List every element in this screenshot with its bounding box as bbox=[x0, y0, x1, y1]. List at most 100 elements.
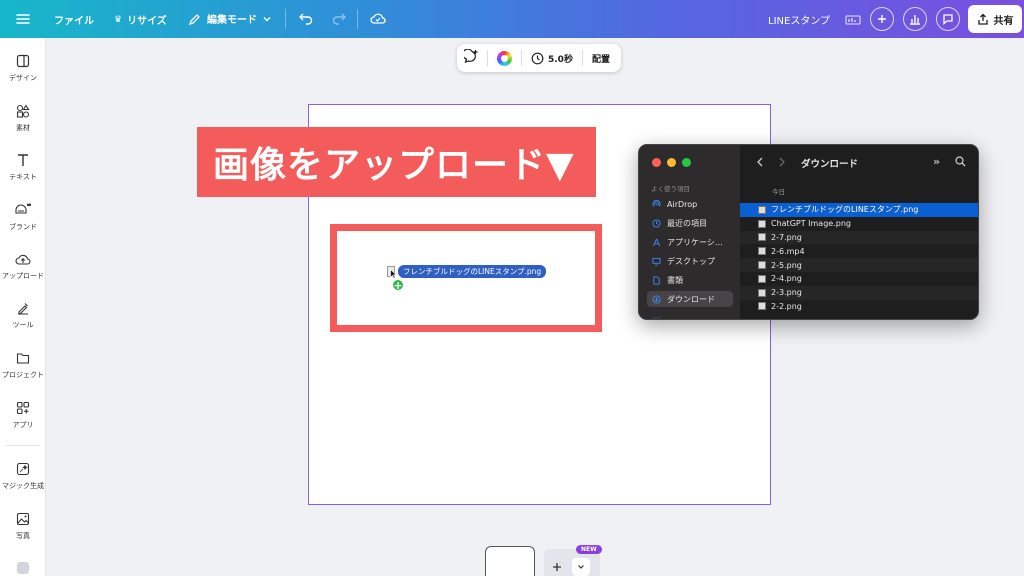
search-icon[interactable] bbox=[955, 156, 966, 167]
video-file-icon bbox=[758, 247, 766, 256]
text-icon bbox=[18, 154, 28, 166]
sidebar-item-text[interactable]: テキスト bbox=[0, 153, 46, 182]
file-name: 2-7.png bbox=[771, 232, 802, 242]
minimize-button[interactable] bbox=[667, 158, 676, 167]
add-page-options[interactable] bbox=[572, 558, 590, 576]
file-row[interactable]: フレンチブルドッグのLINEスタンプ.png bbox=[740, 203, 978, 217]
toolbar-divider bbox=[581, 50, 583, 66]
sidebar-item-tools[interactable]: ツール bbox=[0, 301, 46, 330]
finder-title: ダウンロード bbox=[801, 159, 859, 170]
sidebar-item-projects[interactable]: プロジェクト bbox=[0, 351, 46, 380]
folder-icon: ▭ bbox=[652, 313, 661, 320]
file-name: ChatGPT Image.png bbox=[771, 219, 851, 229]
sidebar-item-upload[interactable]: アップロード bbox=[0, 252, 46, 281]
sidebar-item-label: アプリ bbox=[12, 421, 34, 429]
share-button[interactable]: 共有 bbox=[968, 5, 1022, 33]
finder-sidebar: よく使う項目 AirDrop 最近の項目 アプリケーシ… デスクトップ 書類 ダ… bbox=[639, 145, 740, 320]
cloud-sync-button[interactable] bbox=[369, 10, 387, 30]
undo-button[interactable] bbox=[298, 10, 314, 30]
sidebar-item-label: アップロード bbox=[2, 272, 44, 280]
upload-banner: 画像をアップロード▼ bbox=[197, 127, 596, 197]
duration-label: 5.0秒 bbox=[548, 54, 573, 65]
add-collaborator-button[interactable] bbox=[870, 7, 894, 31]
file-row[interactable]: 2-7.png bbox=[740, 230, 978, 245]
sidebar-item-label: テキスト bbox=[9, 173, 37, 181]
file-row[interactable]: ChatGPT Image.png bbox=[740, 217, 978, 231]
finder-group-label: 今日 bbox=[772, 188, 785, 196]
sidebar-item-label: 写真 bbox=[16, 532, 30, 540]
image-file-icon bbox=[758, 219, 766, 228]
drop-target-box[interactable] bbox=[330, 224, 602, 332]
finder-sidebar-label: アプリケーシ… bbox=[667, 237, 723, 247]
file-row[interactable]: 2-2.png bbox=[740, 300, 978, 314]
edit-mode-label: 編集モード bbox=[207, 15, 257, 26]
edit-mode-dropdown[interactable]: 編集モード bbox=[188, 11, 272, 26]
sidebar-item-design[interactable]: デザイン bbox=[0, 54, 46, 83]
image-file-icon bbox=[758, 302, 766, 311]
folder-icon bbox=[16, 353, 30, 364]
magic-icon bbox=[16, 462, 30, 476]
finder-content: ダウンロード » 今日 フレンチブルドッグのLINEスタンプ.png ChatG… bbox=[740, 145, 978, 319]
file-row[interactable]: 2-4.png bbox=[740, 272, 978, 286]
design-icon bbox=[16, 54, 30, 68]
file-menu[interactable]: ファイル bbox=[54, 12, 94, 27]
comment-add-button[interactable] bbox=[462, 48, 479, 67]
document-title[interactable]: LINEスタンプ bbox=[768, 12, 830, 27]
toolbar-divider bbox=[487, 50, 488, 66]
sidebar-item-label: マジック生成 bbox=[2, 482, 44, 490]
arrange-button[interactable]: 配置 bbox=[592, 52, 610, 65]
brand-icon bbox=[15, 203, 31, 214]
sidebar-divider bbox=[6, 445, 40, 446]
sidebar-item-elements[interactable]: 素材 bbox=[0, 104, 46, 133]
duration-button[interactable]: 5.0秒 bbox=[531, 52, 573, 65]
forward-icon[interactable] bbox=[778, 157, 786, 167]
file-row[interactable]: 2-6.mp4 bbox=[740, 244, 978, 258]
zoom-button[interactable] bbox=[682, 158, 691, 167]
file-row[interactable]: 2-5.png bbox=[740, 258, 978, 272]
share-icon bbox=[977, 13, 988, 25]
finder-sidebar-documents[interactable]: 書類 bbox=[647, 272, 733, 288]
finder-sidebar-label: 最近の項目 bbox=[667, 218, 707, 228]
file-name: 2-4.png bbox=[771, 274, 802, 284]
sidebar-item-brand[interactable]: ブランド bbox=[0, 201, 46, 232]
elements-icon bbox=[16, 104, 30, 118]
image-file-icon bbox=[758, 233, 766, 242]
more-apps-icon[interactable] bbox=[17, 562, 29, 574]
element-toolbar: 5.0秒 配置 bbox=[457, 44, 621, 72]
image-file-icon bbox=[758, 205, 766, 214]
sidebar-item-photos[interactable]: 写真 bbox=[0, 512, 46, 541]
finder-sidebar-applications[interactable]: アプリケーシ… bbox=[647, 234, 733, 250]
toolbar-divider bbox=[357, 9, 358, 29]
file-row[interactable]: 2-3.png bbox=[740, 285, 978, 300]
finder-sidebar-downloads[interactable]: ダウンロード bbox=[647, 291, 733, 307]
finder-sidebar-desktop[interactable]: デスクトップ bbox=[647, 253, 733, 269]
resize-button[interactable]: ♛ リサイズ bbox=[114, 12, 167, 28]
back-icon[interactable] bbox=[756, 157, 764, 167]
finder-sidebar-more[interactable]: ▭ bbox=[647, 311, 733, 320]
page-thumbnail[interactable] bbox=[485, 546, 535, 576]
close-button[interactable] bbox=[652, 158, 661, 167]
desktop-icon bbox=[652, 257, 661, 266]
bar-chart-icon bbox=[910, 15, 920, 25]
sidebar-item-magic[interactable]: マジック生成 bbox=[0, 462, 46, 491]
airdrop-icon bbox=[652, 199, 661, 207]
finder-sidebar-label: ダウンロード bbox=[667, 294, 715, 304]
sidebar-item-label: 素材 bbox=[16, 124, 30, 132]
color-wheel-center bbox=[501, 54, 508, 62]
file-name: 2-2.png bbox=[771, 301, 802, 311]
finder-sidebar-recents[interactable]: 最近の項目 bbox=[647, 215, 733, 231]
finder-sidebar-airdrop[interactable]: AirDrop bbox=[647, 196, 733, 212]
sidebar-item-apps[interactable]: アプリ bbox=[0, 401, 46, 430]
apps-icon bbox=[16, 401, 30, 415]
chevron-down-icon bbox=[578, 565, 584, 569]
redo-button[interactable] bbox=[331, 10, 347, 30]
color-wheel-icon[interactable] bbox=[497, 50, 512, 66]
share-label: 共有 bbox=[993, 15, 1014, 27]
menu-icon[interactable] bbox=[14, 10, 32, 28]
more-toolbar-icon[interactable]: » bbox=[933, 155, 940, 168]
dragged-file[interactable]: フレンチブルドッグのLINEスタンプ.png bbox=[387, 265, 547, 278]
download-icon bbox=[652, 294, 661, 304]
analytics-button[interactable] bbox=[903, 7, 927, 31]
comments-button[interactable] bbox=[936, 7, 960, 31]
insights-icon[interactable] bbox=[845, 12, 861, 31]
